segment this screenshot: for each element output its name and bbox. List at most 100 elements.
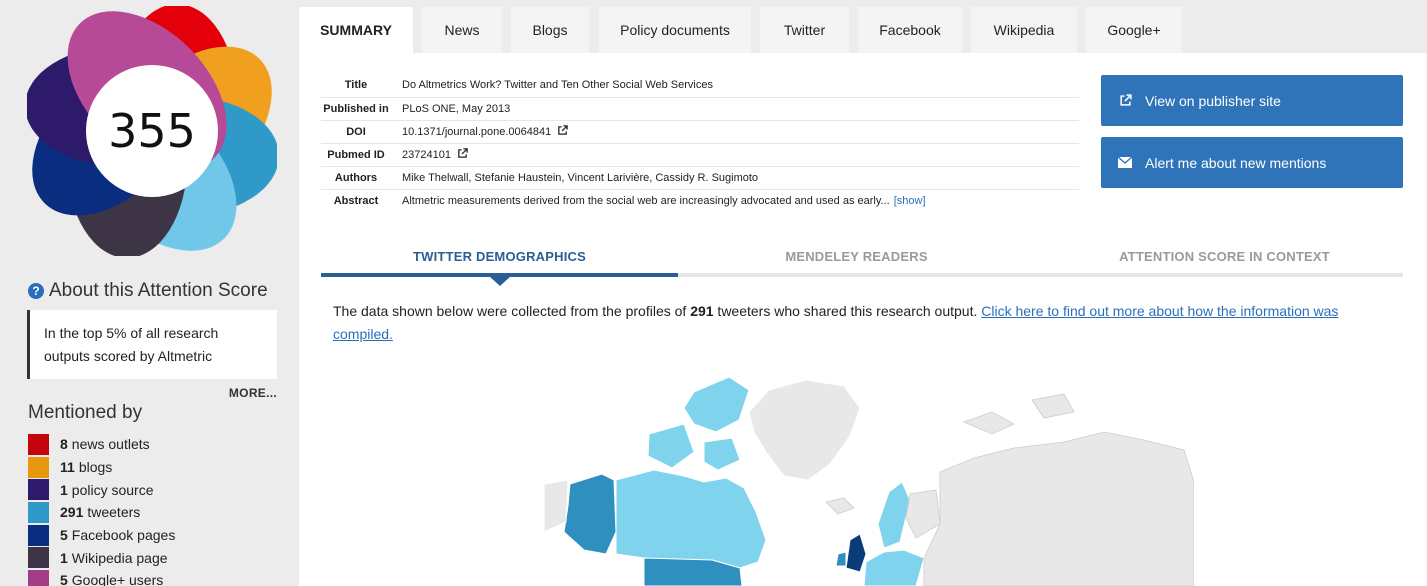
mention-policy[interactable]: 1 policy source bbox=[28, 478, 175, 501]
mention-blogs[interactable]: 11 blogs bbox=[28, 456, 175, 479]
map-region-greenland bbox=[748, 379, 861, 481]
meta-label: Published in bbox=[321, 97, 391, 121]
meta-row-abstract: Abstract Altmetric measurements derived … bbox=[321, 189, 1079, 212]
mention-count: 291 bbox=[60, 504, 84, 521]
map-region-ireland bbox=[835, 551, 847, 567]
meta-row-title: Title Do Altmetrics Work? Twitter and Te… bbox=[321, 74, 1079, 98]
mention-count: 5 bbox=[60, 572, 68, 586]
blogs-color-swatch bbox=[28, 456, 49, 478]
tab-twitter[interactable]: Twitter bbox=[760, 7, 849, 53]
map-region-alaska bbox=[563, 473, 617, 555]
about-attention-score-link[interactable]: ? About this Attention Score bbox=[28, 280, 268, 302]
meta-label: DOI bbox=[321, 120, 391, 144]
external-link-icon[interactable] bbox=[557, 125, 568, 136]
map-region-canada-islands bbox=[703, 437, 741, 471]
mention-tweeters[interactable]: 291 tweeters bbox=[28, 501, 175, 524]
map-region-canada bbox=[615, 469, 767, 569]
tweeter-count: 291 bbox=[690, 303, 714, 319]
published-in: PLoS ONE, May 2013 bbox=[391, 97, 1079, 121]
map-region-canada-islands bbox=[683, 376, 750, 433]
mention-count: 11 bbox=[60, 459, 75, 476]
mentioned-by-list: 8 news outlets 11 blogs 1 policy source 291… bbox=[28, 433, 175, 586]
twitter-color-swatch bbox=[28, 501, 49, 523]
external-link-icon bbox=[1113, 94, 1137, 107]
tab-blogs[interactable]: Blogs bbox=[511, 7, 589, 53]
view-publisher-button[interactable]: View on publisher site bbox=[1101, 75, 1403, 126]
demographics-intro: The data shown below were collected from… bbox=[333, 300, 1393, 346]
abstract-text: Altmetric measurements derived from the … bbox=[402, 194, 890, 207]
article-metadata: Title Do Altmetrics Work? Twitter and Te… bbox=[321, 74, 1079, 212]
map-region-scandinavia bbox=[877, 481, 911, 549]
wikipedia-color-swatch bbox=[28, 547, 49, 569]
score-context-text: In the top 5% of all research outputs sc… bbox=[44, 325, 219, 364]
mention-facebook[interactable]: 5 Facebook pages bbox=[28, 524, 175, 547]
facebook-color-swatch bbox=[28, 524, 49, 546]
alert-mentions-label: Alert me about new mentions bbox=[1145, 154, 1327, 171]
mention-wikipedia[interactable]: 1 Wikipedia page bbox=[28, 546, 175, 569]
mention-count: 5 bbox=[60, 527, 68, 544]
mention-label: policy source bbox=[71, 481, 154, 498]
attention-score-value: 355 bbox=[108, 104, 196, 158]
map-region-russia bbox=[923, 431, 1194, 586]
googleplus-color-swatch bbox=[28, 569, 49, 586]
mention-label: Facebook pages bbox=[71, 527, 176, 544]
mention-news[interactable]: 8 news outlets bbox=[28, 433, 175, 456]
map-region-europe bbox=[863, 549, 925, 586]
view-publisher-label: View on publisher site bbox=[1145, 92, 1281, 109]
map-region-asia-islands bbox=[1031, 393, 1075, 419]
mention-label: Google+ users bbox=[71, 572, 164, 586]
mention-googleplus[interactable]: 5 Google+ users bbox=[28, 569, 175, 586]
article-title: Do Altmetrics Work? Twitter and Ten Othe… bbox=[391, 74, 1079, 98]
mention-count: 8 bbox=[60, 436, 68, 453]
tab-policy-documents[interactable]: Policy documents bbox=[599, 7, 751, 53]
attention-score-donut[interactable]: 355 bbox=[27, 6, 277, 256]
meta-row-doi: DOI 10.1371/journal.pone.0064841 bbox=[321, 120, 1079, 144]
policy-color-swatch bbox=[28, 479, 49, 501]
pubmed-link[interactable]: 23724101 bbox=[402, 149, 451, 161]
intro-text-before: The data shown below were collected from… bbox=[333, 303, 691, 319]
tab-mendeley-readers[interactable]: MENDELEY READERS bbox=[678, 240, 1035, 273]
mention-label: blogs bbox=[78, 459, 113, 476]
alert-mentions-button[interactable]: Alert me about new mentions bbox=[1101, 137, 1403, 188]
about-attention-score-label: About this Attention Score bbox=[49, 280, 268, 301]
mention-label: tweeters bbox=[87, 504, 141, 521]
tab-attention-score-context[interactable]: ATTENTION SCORE IN CONTEXT bbox=[1046, 240, 1403, 273]
twitter-demographics-map[interactable] bbox=[544, 372, 1194, 586]
doi-cell: 10.1371/journal.pone.0064841 bbox=[391, 120, 1079, 144]
meta-row-pubmed: Pubmed ID 23724101 bbox=[321, 143, 1079, 167]
sidebar: 355 ? About this Attention Score In the … bbox=[0, 0, 299, 586]
doi-link[interactable]: 10.1371/journal.pone.0064841 bbox=[402, 126, 551, 138]
map-region-finland bbox=[905, 489, 941, 539]
mention-label: news outlets bbox=[71, 436, 150, 453]
mention-count: 1 bbox=[60, 549, 68, 566]
map-region-west bbox=[544, 479, 569, 533]
meta-label: Pubmed ID bbox=[321, 143, 391, 167]
meta-label: Title bbox=[321, 74, 391, 98]
tab-facebook[interactable]: Facebook bbox=[858, 7, 962, 53]
tab-summary[interactable]: SUMMARY bbox=[299, 7, 413, 53]
tab-googleplus[interactable]: Google+ bbox=[1086, 7, 1182, 53]
tab-twitter-demographics[interactable]: TWITTER DEMOGRAPHICS bbox=[321, 240, 678, 273]
meta-label: Authors bbox=[321, 166, 391, 190]
authors: Mike Thelwall, Stefanie Haustein, Vincen… bbox=[391, 166, 1079, 190]
meta-label: Abstract bbox=[333, 194, 379, 207]
score-context-box: In the top 5% of all research outputs sc… bbox=[27, 310, 277, 379]
more-link[interactable]: MORE... bbox=[229, 386, 277, 400]
demographics-tabs: TWITTER DEMOGRAPHICS MENDELEY READERS AT… bbox=[321, 240, 1403, 277]
tab-news[interactable]: News bbox=[422, 7, 502, 53]
map-region-iceland bbox=[825, 497, 855, 515]
mention-count: 1 bbox=[60, 481, 68, 498]
active-tab-caret bbox=[490, 277, 510, 286]
show-abstract-link[interactable]: [show] bbox=[894, 195, 926, 207]
meta-row-authors: Authors Mike Thelwall, Stefanie Haustein… bbox=[321, 166, 1079, 190]
pubmed-cell: 23724101 bbox=[391, 143, 1079, 167]
map-region-asia-islands bbox=[962, 411, 1015, 435]
intro-text-after: tweeters who shared this research output… bbox=[713, 303, 982, 319]
abstract-cell: Altmetric measurements derived from the … bbox=[391, 189, 1079, 212]
external-link-icon[interactable] bbox=[457, 148, 468, 159]
mentioned-by-heading: Mentioned by bbox=[28, 402, 143, 423]
tab-wikipedia[interactable]: Wikipedia bbox=[971, 7, 1077, 53]
map-region-canada-islands bbox=[647, 423, 695, 469]
meta-row-published: Published in PLoS ONE, May 2013 bbox=[321, 97, 1079, 121]
source-tabs: SUMMARY News Blogs Policy documents Twit… bbox=[299, 0, 1427, 53]
